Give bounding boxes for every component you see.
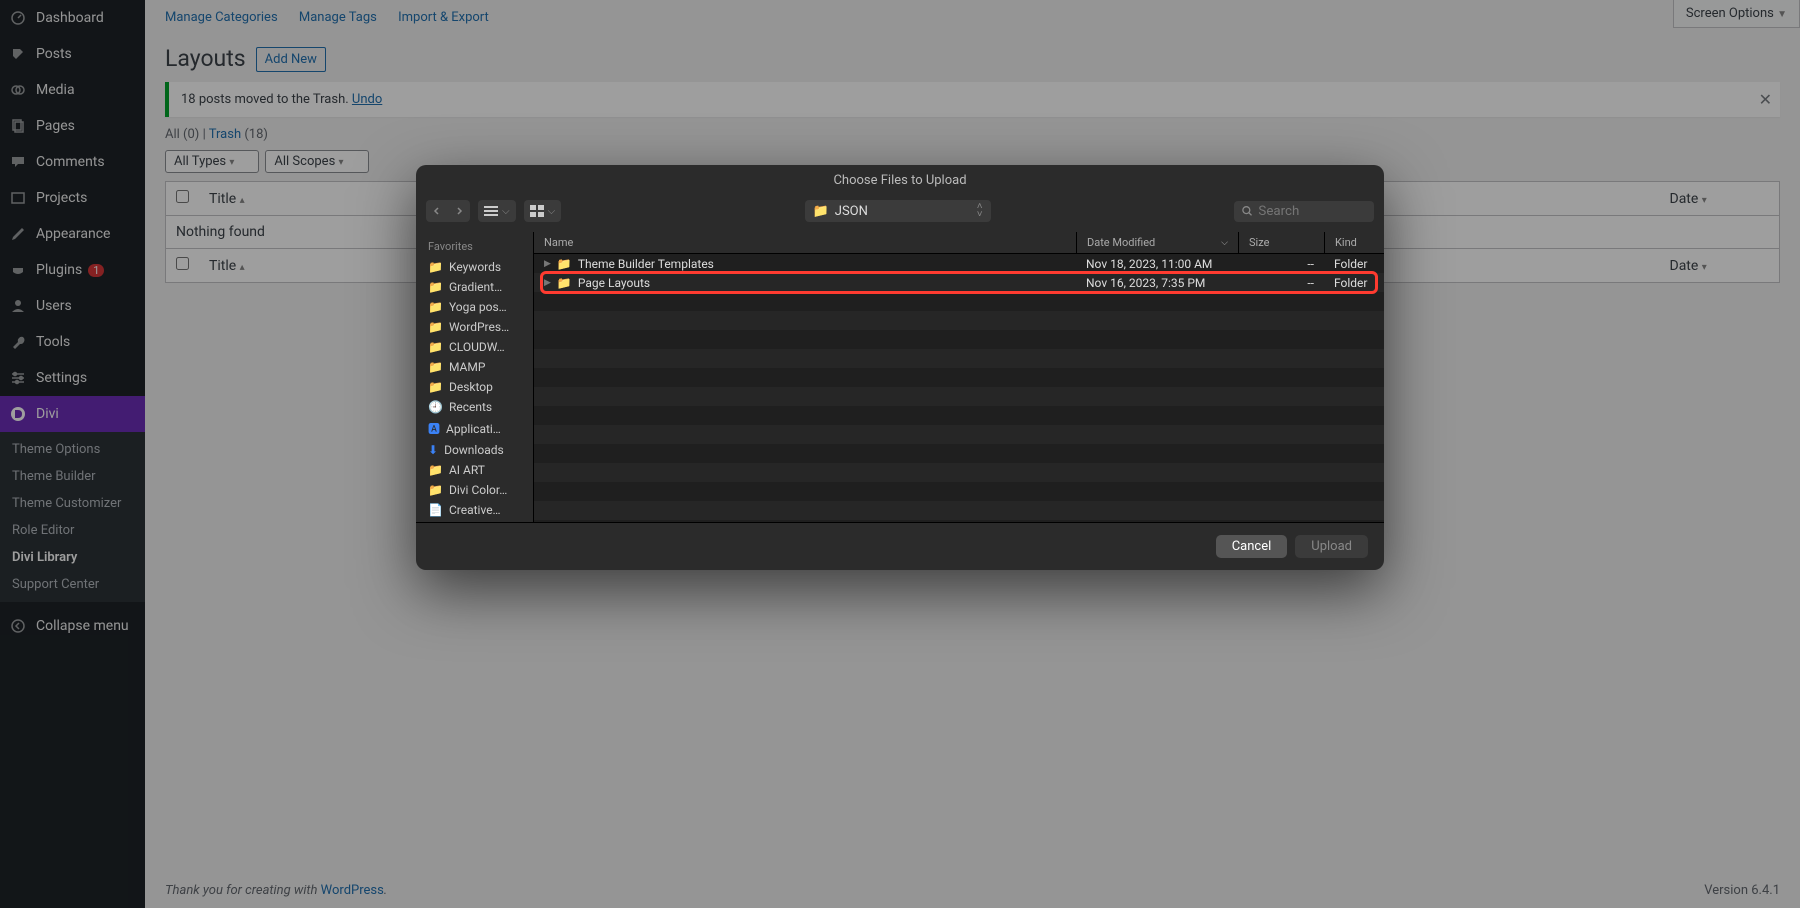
file-list-header: Name Date Modified⌵ Size Kind [534,232,1384,254]
file-date: Nov 16, 2023, 7:35 PM [1076,276,1238,290]
empty-row [534,444,1384,463]
dialog-toolbar: ⌵ ⌵ 📁 JSON ˄˅ [416,196,1384,232]
updown-icon: ˄˅ [977,203,983,219]
folder-icon: 📁 [557,276,572,290]
view-list-button[interactable]: ⌵ [478,200,516,222]
favorite-label: Applicati… [446,422,501,436]
empty-row [534,463,1384,482]
favorite-label: CLOUDW… [449,340,505,354]
file-date: Nov 18, 2023, 11:00 AM [1076,257,1238,271]
favorite-item[interactable]: 📁 Divi Color… [416,480,533,500]
favorite-label: AI ART [449,463,485,477]
folder-icon: 📁 [557,257,572,271]
chevron-down-icon: ⌵ [502,206,510,217]
favorite-item[interactable]: 📄 Creative… [416,500,533,520]
cancel-button[interactable]: Cancel [1216,535,1288,558]
favorite-item[interactable]: 📁 MAMP [416,357,533,377]
empty-row [534,501,1384,520]
folder-icon: 📁 [428,300,443,314]
column-name-header[interactable]: Name [534,232,1076,253]
empty-row [534,330,1384,349]
empty-row [534,387,1384,406]
favorite-item[interactable]: ⬇ Downloads [416,440,533,460]
file-rows-container: ▶ 📁 Theme Builder Templates Nov 18, 2023, 1… [534,254,1384,522]
sort-desc-icon: ⌵ [1221,238,1228,248]
search-field[interactable] [1234,201,1374,222]
file-picker-dialog: Choose Files to Upload ⌵ ⌵ 📁 JSON ˄˅ Fav… [416,165,1384,570]
view-grid-button[interactable]: ⌵ [524,200,562,222]
favorite-item[interactable]: 📁 AI ART [416,460,533,480]
favorite-label: Divi Color… [449,483,507,497]
favorite-label: MAMP [449,360,485,374]
apps-icon: 🅰 [428,420,440,437]
download-icon: ⬇ [428,443,438,457]
modal-overlay: Choose Files to Upload ⌵ ⌵ 📁 JSON ˄˅ Fav… [0,0,1800,908]
column-size-header[interactable]: Size [1238,232,1324,253]
folder-icon: 📁 [428,380,443,394]
dialog-footer: Cancel Upload [416,522,1384,570]
empty-row [534,349,1384,368]
upload-button[interactable]: Upload [1295,535,1368,558]
file-row[interactable]: ▶ 📁 Page Layouts Nov 16, 2023, 7:35 PM--Fol… [534,273,1384,292]
empty-row [534,292,1384,311]
folder-icon: 📁 [428,260,443,274]
file-list-panel: Name Date Modified⌵ Size Kind ▶ 📁 Theme Bu… [534,232,1384,522]
column-kind-header[interactable]: Kind [1324,232,1384,253]
folder-icon: 📁 [428,463,443,477]
folder-icon: 📁 [428,340,443,354]
nav-buttons [426,200,470,222]
file-kind: Folder [1324,257,1384,271]
folder-icon: 📁 [428,320,443,334]
file-size: -- [1238,276,1324,290]
nav-forward-button[interactable] [448,200,470,222]
search-input[interactable] [1258,204,1366,219]
file-size: -- [1238,257,1324,271]
file-name: Page Layouts [578,276,650,290]
empty-row [534,406,1384,425]
favorite-label: Downloads [444,443,504,457]
favorite-label: Desktop [449,380,493,394]
favorite-item[interactable]: 🕘 Recents [416,397,533,417]
favorite-label: Keywords [449,260,501,274]
favorite-label: Yoga pos… [449,300,507,314]
dialog-body: Favorites 📁Keywords📁Gradient…📁Yoga pos…📁… [416,232,1384,522]
doc-icon: 📄 [428,503,443,517]
empty-row [534,311,1384,330]
empty-row [534,482,1384,501]
file-name: Theme Builder Templates [578,257,714,271]
folder-icon: 📁 [428,280,443,294]
current-folder-name: JSON [835,204,868,219]
empty-row [534,425,1384,444]
favorite-item[interactable]: 📁 Yoga pos… [416,297,533,317]
folder-icon: 📁 [428,483,443,497]
empty-row [534,368,1384,387]
nav-back-button[interactable] [426,200,448,222]
column-date-header[interactable]: Date Modified⌵ [1076,232,1238,253]
file-row[interactable]: ▶ 📁 Theme Builder Templates Nov 18, 2023, 1… [534,254,1384,273]
favorite-item[interactable]: 📁 WordPres… [416,317,533,337]
chevron-right-icon: ▶ [544,278,551,288]
favorite-label: WordPres… [449,320,509,334]
favorite-label: Creative… [449,503,501,517]
favorites-panel: Favorites 📁Keywords📁Gradient…📁Yoga pos…📁… [416,232,534,522]
favorite-item[interactable]: 📁 CLOUDW… [416,337,533,357]
favorite-item[interactable]: 🅰 Applicati… [416,417,533,440]
search-icon [1242,205,1252,217]
favorites-heading: Favorites [416,240,533,257]
favorite-item[interactable]: 📁 Desktop [416,377,533,397]
dialog-title: Choose Files to Upload [416,165,1384,196]
folder-icon: 📁 [813,204,829,219]
path-selector[interactable]: 📁 JSON ˄˅ [805,200,991,222]
clock-icon: 🕘 [428,400,443,414]
chevron-down-icon: ⌵ [548,206,556,217]
favorite-item[interactable]: 📁 Gradient… [416,277,533,297]
chevron-right-icon: ▶ [544,259,551,269]
folder-icon: 📁 [428,360,443,374]
favorite-label: Recents [449,400,492,414]
favorite-item[interactable]: 📁 Keywords [416,257,533,277]
file-kind: Folder [1324,276,1384,290]
favorite-label: Gradient… [449,280,502,294]
